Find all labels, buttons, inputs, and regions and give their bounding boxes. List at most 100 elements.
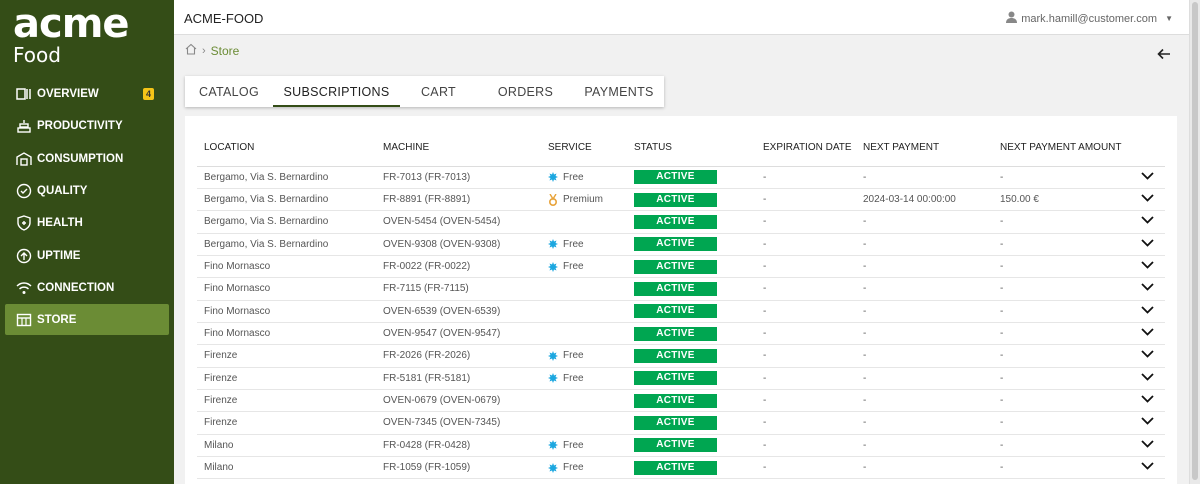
expand-row-button[interactable] bbox=[1130, 322, 1165, 346]
sidebar-item-productivity[interactable]: PRODUCTIVITY bbox=[0, 110, 174, 142]
table-row[interactable]: Firenze OVEN-7345 (OVEN-7345) ACTIVE - - - bbox=[197, 411, 1165, 435]
expand-row-button[interactable] bbox=[1130, 389, 1165, 413]
logo-sub: Food bbox=[13, 43, 61, 67]
table-row[interactable]: Bergamo, Via S. Bernardino OVEN-5454 (OVE… bbox=[197, 210, 1165, 234]
table-row[interactable]: Fino Mornasco FR-0022 (FR-0022) Free ACTIVE… bbox=[197, 255, 1165, 279]
chevron-down-icon bbox=[1141, 261, 1154, 269]
scrollbar-thumb[interactable] bbox=[1192, 2, 1198, 480]
productivity-icon bbox=[16, 118, 32, 134]
cell-location: Firenze bbox=[197, 367, 376, 390]
sidebar: acme Food OVERVIEW 4 PRODUCTIVITY CONSUM… bbox=[0, 0, 174, 484]
tab-orders[interactable]: ORDERS bbox=[477, 76, 574, 107]
table-row[interactable]: Fino Mornasco OVEN-6539 (OVEN-6539) ACTIVE… bbox=[197, 300, 1165, 323]
expand-row-button[interactable] bbox=[1130, 188, 1165, 212]
table-row[interactable]: Bergamo, Via S. Bernardino FR-8891 (FR-88… bbox=[197, 188, 1165, 212]
expand-row-button[interactable] bbox=[1130, 411, 1165, 435]
cell-expiration-date: - bbox=[756, 434, 856, 457]
cell-status: ACTIVE bbox=[627, 344, 756, 368]
cell-location: Bergamo, Via S. Bernardino bbox=[197, 233, 376, 256]
cell-location: Milano bbox=[197, 434, 376, 457]
chevron-down-icon bbox=[1141, 172, 1154, 180]
cell-machine: FR-8891 (FR-8891) bbox=[376, 188, 541, 212]
column-header-status[interactable]: STATUS bbox=[627, 130, 756, 167]
sidebar-item-label: PRODUCTIVITY bbox=[37, 120, 123, 133]
uptime-icon bbox=[16, 248, 32, 264]
expand-row-button[interactable] bbox=[1130, 367, 1165, 390]
sidebar-item-connection[interactable]: CONNECTION bbox=[0, 272, 174, 304]
cell-service bbox=[541, 300, 627, 323]
cell-status: ACTIVE bbox=[627, 367, 756, 390]
chevron-down-icon bbox=[1141, 440, 1154, 448]
tab-subscriptions[interactable]: SUBSCRIPTIONS bbox=[273, 76, 400, 107]
cell-status: ACTIVE bbox=[627, 255, 756, 279]
sidebar-item-consumption[interactable]: CONSUMPTION bbox=[0, 143, 174, 175]
subscriptions-table: LOCATION MACHINE SERVICE STATUS EXPIRATI… bbox=[197, 130, 1165, 480]
table-row[interactable]: Milano FR-1059 (FR-1059) Free ACTIVE - - - bbox=[197, 456, 1165, 480]
column-header-location[interactable]: LOCATION bbox=[197, 130, 376, 167]
expand-row-button[interactable] bbox=[1130, 456, 1165, 480]
cell-status: ACTIVE bbox=[627, 166, 756, 189]
sidebar-item-quality[interactable]: QUALITY bbox=[0, 175, 174, 207]
sidebar-item-overview[interactable]: OVERVIEW 4 bbox=[0, 78, 174, 110]
table-row[interactable]: Firenze FR-5181 (FR-5181) Free ACTIVE - - - bbox=[197, 367, 1165, 390]
expand-row-button[interactable] bbox=[1130, 233, 1165, 256]
table-row[interactable]: Fino Mornasco FR-7115 (FR-7115) ACTIVE - - - bbox=[197, 277, 1165, 301]
cell-location: Milano bbox=[197, 456, 376, 480]
page-scrollbar[interactable] bbox=[1189, 0, 1200, 484]
chevron-down-icon bbox=[1141, 395, 1154, 403]
sidebar-item-health[interactable]: HEALTH bbox=[0, 207, 174, 239]
cell-service: Free bbox=[541, 434, 627, 457]
cell-service bbox=[541, 277, 627, 301]
cell-next-payment-amount: - bbox=[993, 210, 1130, 234]
column-header-machine[interactable]: MACHINE bbox=[376, 130, 541, 167]
app-logo[interactable]: acme Food bbox=[13, 4, 130, 67]
tab-catalog[interactable]: CATALOG bbox=[185, 76, 273, 107]
cell-next-payment-amount: - bbox=[993, 456, 1130, 480]
expand-row-button[interactable] bbox=[1130, 300, 1165, 323]
expand-row-button[interactable] bbox=[1130, 255, 1165, 279]
expand-row-button[interactable] bbox=[1130, 434, 1165, 457]
cell-location: Fino Mornasco bbox=[197, 277, 376, 301]
column-header-service[interactable]: SERVICE bbox=[541, 130, 627, 167]
table-row[interactable]: Firenze OVEN-0679 (OVEN-0679) ACTIVE - - - bbox=[197, 389, 1165, 413]
cell-next-payment-amount: - bbox=[993, 322, 1130, 346]
tab-payments[interactable]: PAYMENTS bbox=[574, 76, 664, 107]
back-arrow-icon[interactable] bbox=[1156, 46, 1172, 62]
cell-expiration-date: - bbox=[756, 188, 856, 212]
cell-next-payment-amount: - bbox=[993, 166, 1130, 189]
cell-status: ACTIVE bbox=[627, 322, 756, 346]
column-header-next-payment[interactable]: NEXT PAYMENT bbox=[856, 130, 993, 167]
tab-cart[interactable]: CART bbox=[400, 76, 477, 107]
sidebar-item-label: CONSUMPTION bbox=[37, 152, 124, 165]
cell-next-payment-amount: - bbox=[993, 389, 1130, 413]
connection-icon bbox=[16, 280, 32, 296]
cell-service: Free bbox=[541, 367, 627, 390]
expand-row-button[interactable] bbox=[1130, 277, 1165, 301]
expand-row-button[interactable] bbox=[1130, 210, 1165, 234]
service-label: Free bbox=[563, 238, 584, 250]
cell-location: Bergamo, Via S. Bernardino bbox=[197, 210, 376, 234]
table-row[interactable]: Milano FR-0428 (FR-0428) Free ACTIVE - - - bbox=[197, 434, 1165, 457]
cell-next-payment: - bbox=[856, 300, 993, 323]
expand-row-button[interactable] bbox=[1130, 166, 1165, 189]
table-row[interactable]: Firenze FR-2026 (FR-2026) Free ACTIVE - - - bbox=[197, 344, 1165, 368]
expand-row-button[interactable] bbox=[1130, 344, 1165, 368]
cell-status: ACTIVE bbox=[627, 456, 756, 480]
cell-machine: FR-5181 (FR-5181) bbox=[376, 367, 541, 390]
user-icon bbox=[1006, 11, 1018, 26]
quality-icon bbox=[16, 183, 32, 199]
table-row[interactable]: Bergamo, Via S. Bernardino FR-7013 (FR-70… bbox=[197, 166, 1165, 189]
table-row[interactable]: Fino Mornasco OVEN-9547 (OVEN-9547) ACTIVE… bbox=[197, 322, 1165, 346]
sidebar-item-store[interactable]: STORE bbox=[5, 304, 169, 336]
column-header-expiration-date[interactable]: EXPIRATION DATE bbox=[756, 130, 856, 167]
table-row[interactable]: Bergamo, Via S. Bernardino OVEN-9308 (OVE… bbox=[197, 233, 1165, 256]
sidebar-item-uptime[interactable]: UPTIME bbox=[0, 239, 174, 271]
free-service-icon bbox=[548, 172, 558, 183]
cell-next-payment-amount: - bbox=[993, 277, 1130, 301]
column-header-next-payment-amount[interactable]: NEXT PAYMENT AMOUNT bbox=[993, 130, 1130, 167]
cell-expiration-date: - bbox=[756, 367, 856, 390]
home-icon[interactable] bbox=[185, 43, 197, 58]
cell-next-payment-amount: - bbox=[993, 411, 1130, 435]
user-menu[interactable]: mark.hamill@customer.com ▼ bbox=[1006, 11, 1173, 26]
chevron-down-icon bbox=[1141, 216, 1154, 225]
